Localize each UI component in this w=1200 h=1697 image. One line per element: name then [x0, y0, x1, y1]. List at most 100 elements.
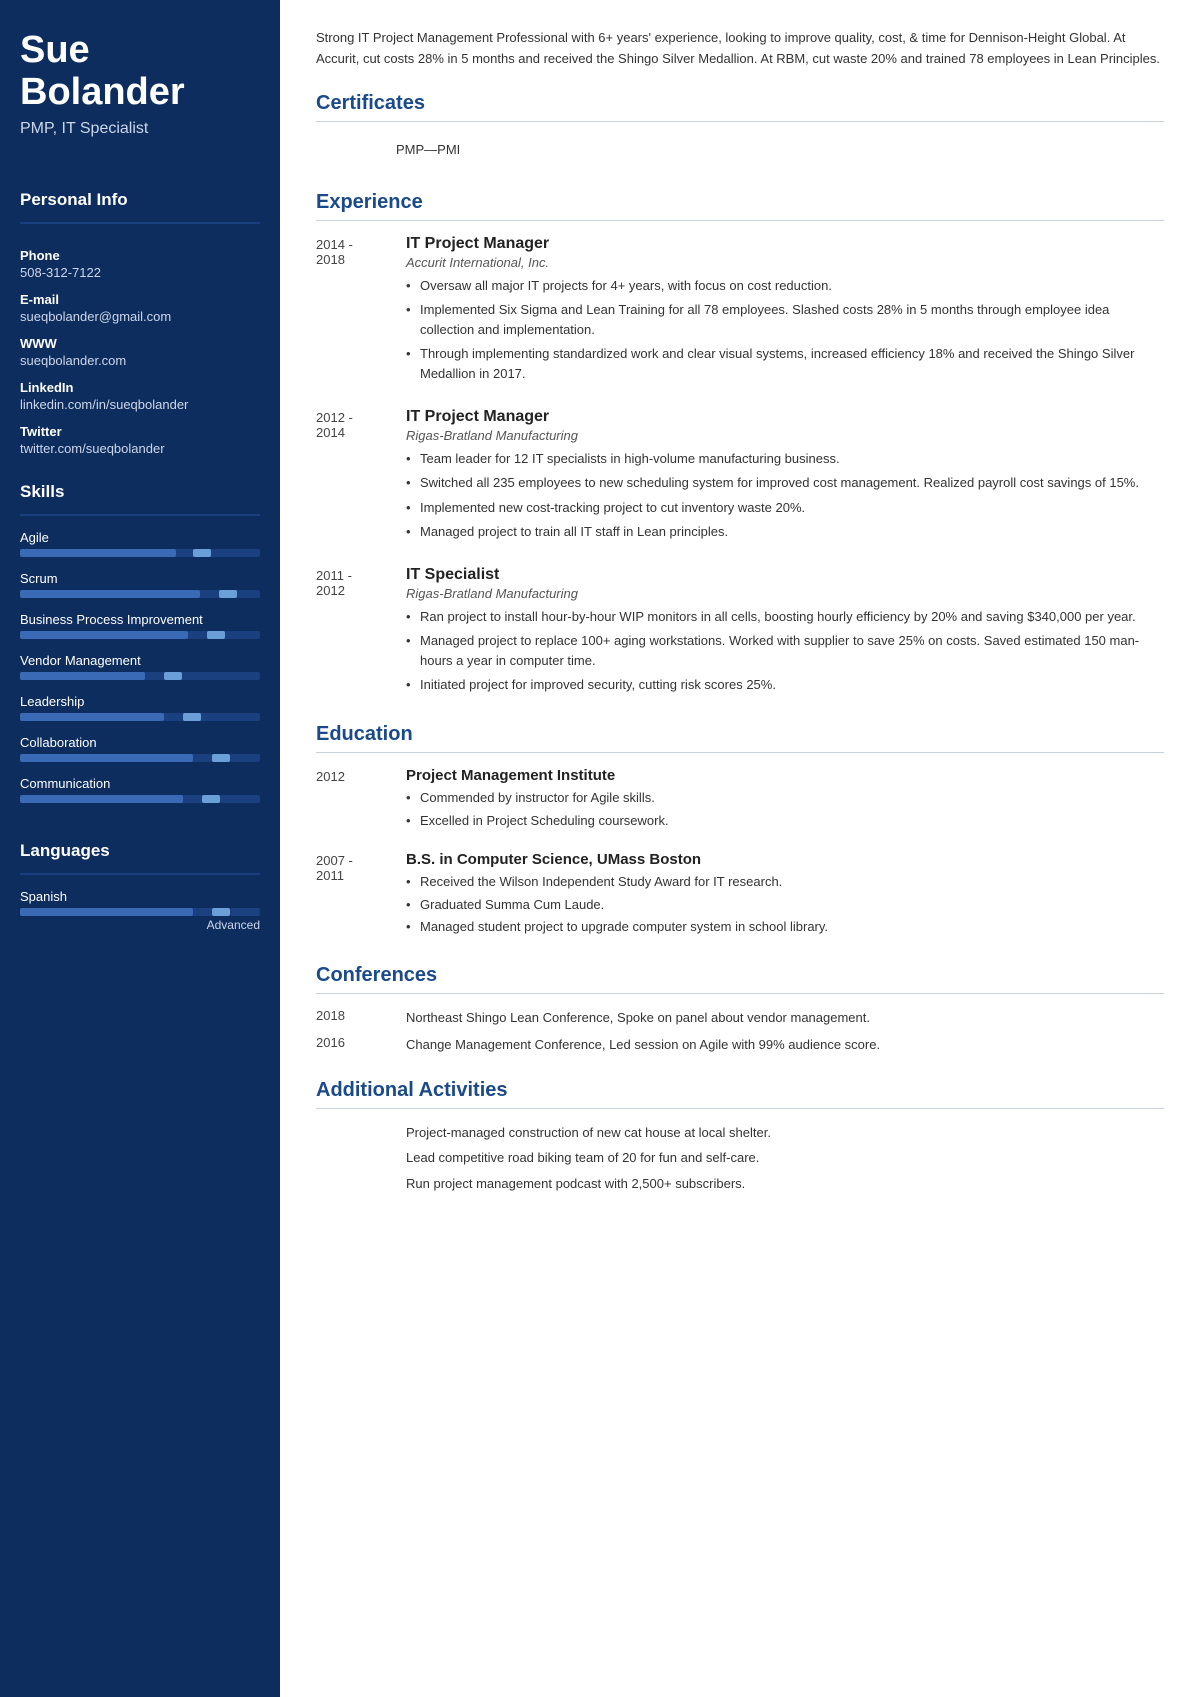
experience-content: IT Specialist Rigas-Bratland Manufacturi…: [406, 566, 1164, 700]
sidebar: Sue Bolander PMP, IT Specialist Personal…: [0, 0, 280, 1697]
language-bar-dot: [212, 908, 230, 916]
experience-row: 2012 -2014 IT Project Manager Rigas-Brat…: [316, 408, 1164, 546]
experience-content: IT Project Manager Rigas-Bratland Manufa…: [406, 408, 1164, 546]
additional-row: Run project management podcast with 2,50…: [316, 1174, 1164, 1194]
certificates-section: Certificates PMP—PMI: [316, 92, 1164, 167]
education-bullet: Received the Wilson Independent Study Aw…: [406, 872, 1164, 892]
skill-bar-dot: [193, 549, 211, 557]
experience-bullet: Implemented Six Sigma and Lean Training …: [406, 300, 1164, 340]
additional-text: Lead competitive road biking team of 20 …: [406, 1148, 1164, 1168]
skill-label: Collaboration: [20, 735, 260, 750]
experience-bullet: Through implementing standardized work a…: [406, 344, 1164, 384]
skill-bar-fill: [20, 590, 200, 598]
experience-heading: Experience: [316, 191, 1164, 214]
experience-date: 2012 -2014: [316, 408, 406, 546]
experience-section: Experience 2014 -2018 IT Project Manager…: [316, 191, 1164, 700]
skill-item: Leadership: [20, 694, 260, 721]
email-value: sueqbolander@gmail.com: [20, 309, 260, 324]
skill-bar-fill: [20, 713, 164, 721]
certificate-row: PMP—PMI: [316, 136, 1164, 167]
experience-bullets: Ran project to install hour-by-hour WIP …: [406, 607, 1164, 696]
conferences-list: 2018 Northeast Shingo Lean Conference, S…: [316, 1008, 1164, 1055]
skill-item: Communication: [20, 776, 260, 803]
education-section: Education 2012 Project Management Instit…: [316, 723, 1164, 940]
additional-indent: [316, 1148, 406, 1168]
experience-bullet: Implemented new cost-tracking project to…: [406, 498, 1164, 518]
skill-bar-fill: [20, 631, 188, 639]
experience-divider: [316, 220, 1164, 221]
certificates-list: PMP—PMI: [316, 136, 1164, 167]
additional-list: Project-managed construction of new cat …: [316, 1123, 1164, 1194]
experience-company: Rigas-Bratland Manufacturing: [406, 586, 1164, 601]
skill-bar-dot: [202, 795, 220, 803]
skill-bar-fill: [20, 754, 193, 762]
language-label: Spanish: [20, 889, 260, 904]
skill-bar-dot: [164, 672, 182, 680]
conference-text: Northeast Shingo Lean Conference, Spoke …: [406, 1008, 1164, 1028]
languages-list: Spanish Advanced: [20, 889, 260, 940]
conferences-section: Conferences 2018 Northeast Shingo Lean C…: [316, 964, 1164, 1055]
additional-section: Additional Activities Project-managed co…: [316, 1079, 1164, 1194]
name-line2: Bolander: [20, 71, 185, 113]
education-content: B.S. in Computer Science, UMass Boston R…: [406, 851, 1164, 940]
education-content: Project Management Institute Commended b…: [406, 767, 1164, 833]
language-item: Spanish Advanced: [20, 889, 260, 932]
skill-label: Agile: [20, 530, 260, 545]
education-title: Project Management Institute: [406, 767, 1164, 784]
conference-row: 2016 Change Management Conference, Led s…: [316, 1035, 1164, 1055]
additional-heading: Additional Activities: [316, 1079, 1164, 1102]
experience-bullet: Managed project to train all IT staff in…: [406, 522, 1164, 542]
skill-label: Leadership: [20, 694, 260, 709]
experience-bullets: Team leader for 12 IT specialists in hig…: [406, 449, 1164, 542]
education-heading: Education: [316, 723, 1164, 746]
skill-item: Agile: [20, 530, 260, 557]
experience-title: IT Project Manager: [406, 408, 1164, 426]
education-bullet: Excelled in Project Scheduling coursewor…: [406, 811, 1164, 831]
experience-company: Rigas-Bratland Manufacturing: [406, 428, 1164, 443]
www-label: WWW: [20, 336, 260, 351]
skill-label: Vendor Management: [20, 653, 260, 668]
education-date: 2012: [316, 767, 406, 833]
skill-bar-dot: [183, 713, 201, 721]
skill-label: Communication: [20, 776, 260, 791]
skill-bar-background: [20, 754, 260, 762]
skill-label: Business Process Improvement: [20, 612, 260, 627]
experience-bullets: Oversaw all major IT projects for 4+ yea…: [406, 276, 1164, 385]
conference-text: Change Management Conference, Led sessio…: [406, 1035, 1164, 1055]
additional-row: Project-managed construction of new cat …: [316, 1123, 1164, 1143]
skill-bar-dot: [212, 754, 230, 762]
language-level: Advanced: [20, 918, 260, 932]
education-date: 2007 -2011: [316, 851, 406, 940]
skill-item: Scrum: [20, 571, 260, 598]
personal-info-heading: Personal Info: [20, 190, 260, 210]
email-label: E-mail: [20, 292, 260, 307]
phone-label: Phone: [20, 248, 260, 263]
skill-bar-background: [20, 795, 260, 803]
main-content: Strong IT Project Management Professiona…: [280, 0, 1200, 1697]
phone-value: 508-312-7122: [20, 265, 260, 280]
additional-text: Run project management podcast with 2,50…: [406, 1174, 1164, 1194]
experience-row: 2011 -2012 IT Specialist Rigas-Bratland …: [316, 566, 1164, 700]
experience-bullet: Switched all 235 employees to new schedu…: [406, 473, 1164, 493]
language-bar-fill: [20, 908, 193, 916]
additional-indent: [316, 1174, 406, 1194]
experience-bullet: Initiated project for improved security,…: [406, 675, 1164, 695]
skill-bar-dot: [219, 590, 237, 598]
experience-list: 2014 -2018 IT Project Manager Accurit In…: [316, 235, 1164, 700]
skill-item: Business Process Improvement: [20, 612, 260, 639]
skill-bar-background: [20, 713, 260, 721]
experience-bullet: Managed project to replace 100+ aging wo…: [406, 631, 1164, 671]
additional-indent: [316, 1123, 406, 1143]
conference-year: 2018: [316, 1008, 406, 1028]
skill-bar-background: [20, 549, 260, 557]
languages-divider: [20, 873, 260, 875]
twitter-label: Twitter: [20, 424, 260, 439]
linkedin-label: LinkedIn: [20, 380, 260, 395]
experience-row: 2014 -2018 IT Project Manager Accurit In…: [316, 235, 1164, 389]
certificate-value: PMP—PMI: [396, 142, 460, 157]
education-bullet: Managed student project to upgrade compu…: [406, 917, 1164, 937]
experience-company: Accurit International, Inc.: [406, 255, 1164, 270]
skills-list: Agile Scrum Business Process Improvement…: [20, 530, 260, 817]
experience-title: IT Specialist: [406, 566, 1164, 584]
additional-divider: [316, 1108, 1164, 1109]
